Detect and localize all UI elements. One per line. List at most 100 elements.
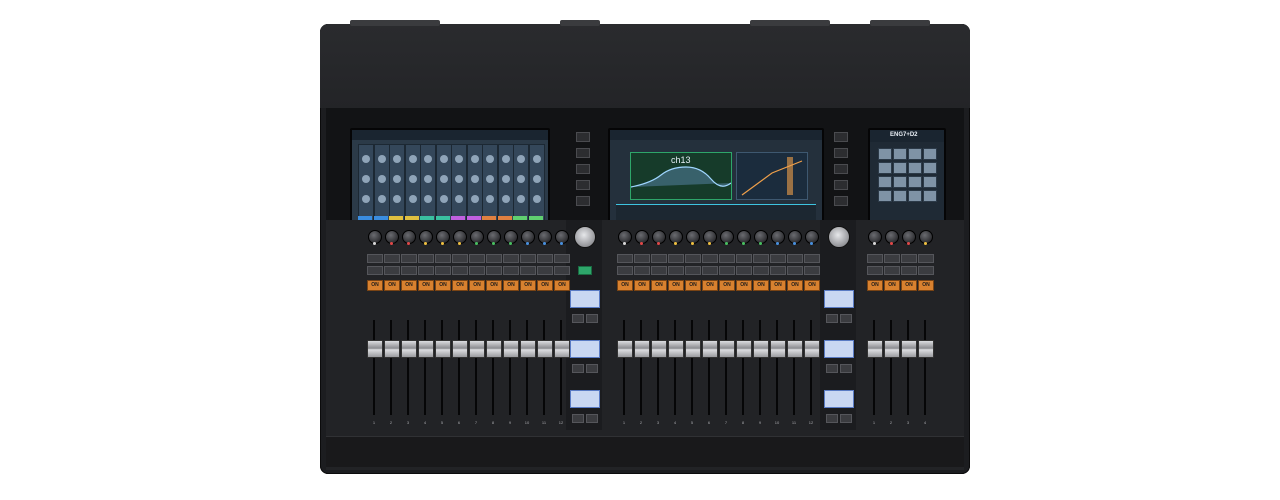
on-button[interactable]: ON xyxy=(719,280,735,291)
cue-button[interactable] xyxy=(384,266,400,275)
cue-button[interactable] xyxy=(804,266,820,275)
sel-button[interactable] xyxy=(901,254,917,263)
fader-knob[interactable] xyxy=(867,340,883,358)
cue-button[interactable] xyxy=(884,266,900,275)
screen-channel-strip[interactable] xyxy=(451,144,467,226)
cue-button[interactable] xyxy=(901,266,917,275)
cue-button[interactable] xyxy=(770,266,786,275)
fader-knob[interactable] xyxy=(918,340,934,358)
bank-button[interactable] xyxy=(572,314,584,323)
cue-button[interactable] xyxy=(719,266,735,275)
sel-button[interactable] xyxy=(503,254,519,263)
fader-knob[interactable] xyxy=(537,340,553,358)
sel-button[interactable] xyxy=(651,254,667,263)
scene-grid-button[interactable] xyxy=(893,190,907,202)
sel-button[interactable] xyxy=(787,254,803,263)
bank-button[interactable] xyxy=(586,314,598,323)
fader-knob[interactable] xyxy=(651,340,667,358)
cue-button[interactable] xyxy=(367,266,383,275)
cue-button[interactable] xyxy=(537,266,553,275)
on-button[interactable]: ON xyxy=(554,280,570,291)
sel-button[interactable] xyxy=(384,254,400,263)
fader-knob[interactable] xyxy=(719,340,735,358)
sel-button[interactable] xyxy=(753,254,769,263)
cue-button[interactable] xyxy=(651,266,667,275)
bank-button[interactable] xyxy=(826,414,838,423)
fader-knob[interactable] xyxy=(617,340,633,358)
scene-grid-button[interactable] xyxy=(878,176,892,188)
sel-button[interactable] xyxy=(804,254,820,263)
fader-knob[interactable] xyxy=(418,340,434,358)
fader-knob[interactable] xyxy=(685,340,701,358)
screen-function-button[interactable] xyxy=(834,164,848,174)
screen-channel-strip[interactable] xyxy=(420,144,436,226)
fader-knob[interactable] xyxy=(367,340,383,358)
user-defined-key[interactable] xyxy=(578,266,592,275)
bank-button[interactable] xyxy=(586,364,598,373)
cue-button[interactable] xyxy=(702,266,718,275)
screen-function-button[interactable] xyxy=(834,148,848,158)
sel-button[interactable] xyxy=(918,254,934,263)
cue-button[interactable] xyxy=(401,266,417,275)
sel-button[interactable] xyxy=(702,254,718,263)
screen-channel-strip[interactable] xyxy=(404,144,421,226)
screen-channel-strip[interactable] xyxy=(466,144,483,226)
eq-graph[interactable]: ch13 xyxy=(630,152,732,200)
scene-grid-button[interactable] xyxy=(908,190,922,202)
sel-button[interactable] xyxy=(685,254,701,263)
on-button[interactable]: ON xyxy=(520,280,536,291)
screen-function-button[interactable] xyxy=(834,196,848,206)
sel-button[interactable] xyxy=(469,254,485,263)
scene-grid-button[interactable] xyxy=(923,148,937,160)
scene-grid-button[interactable] xyxy=(908,148,922,160)
fader-knob[interactable] xyxy=(770,340,786,358)
fader-knob[interactable] xyxy=(554,340,570,358)
bank-button[interactable] xyxy=(572,364,584,373)
screen-function-button[interactable] xyxy=(576,180,590,190)
cue-button[interactable] xyxy=(435,266,451,275)
fader-knob[interactable] xyxy=(384,340,400,358)
sel-button[interactable] xyxy=(435,254,451,263)
bank-button[interactable] xyxy=(586,414,598,423)
bank-button[interactable] xyxy=(826,364,838,373)
on-button[interactable]: ON xyxy=(486,280,502,291)
fader-knob[interactable] xyxy=(668,340,684,358)
screen-function-button[interactable] xyxy=(576,164,590,174)
fader-knob[interactable] xyxy=(884,340,900,358)
on-button[interactable]: ON xyxy=(770,280,786,291)
fader-knob[interactable] xyxy=(435,340,451,358)
sel-button[interactable] xyxy=(418,254,434,263)
on-button[interactable]: ON xyxy=(804,280,820,291)
fader-knob[interactable] xyxy=(787,340,803,358)
sel-button[interactable] xyxy=(770,254,786,263)
on-button[interactable]: ON xyxy=(787,280,803,291)
sel-button[interactable] xyxy=(634,254,650,263)
on-button[interactable]: ON xyxy=(435,280,451,291)
scene-grid-button[interactable] xyxy=(923,176,937,188)
fader-knob[interactable] xyxy=(634,340,650,358)
sel-button[interactable] xyxy=(401,254,417,263)
touch-and-turn-knob[interactable] xyxy=(828,226,850,248)
sel-button[interactable] xyxy=(884,254,900,263)
on-button[interactable]: ON xyxy=(702,280,718,291)
right-touchscreen[interactable]: ENG7+D2 xyxy=(868,128,946,222)
on-button[interactable]: ON xyxy=(617,280,633,291)
sel-button[interactable] xyxy=(367,254,383,263)
cue-button[interactable] xyxy=(503,266,519,275)
on-button[interactable]: ON xyxy=(418,280,434,291)
screen-function-button[interactable] xyxy=(576,148,590,158)
on-button[interactable]: ON xyxy=(634,280,650,291)
cue-button[interactable] xyxy=(520,266,536,275)
sel-button[interactable] xyxy=(520,254,536,263)
cue-button[interactable] xyxy=(469,266,485,275)
screen-channel-strip[interactable] xyxy=(373,144,390,226)
on-button[interactable]: ON xyxy=(918,280,934,291)
cue-button[interactable] xyxy=(736,266,752,275)
screen-channel-strip[interactable] xyxy=(389,144,405,226)
on-button[interactable]: ON xyxy=(503,280,519,291)
on-button[interactable]: ON xyxy=(651,280,667,291)
on-button[interactable]: ON xyxy=(469,280,485,291)
on-button[interactable]: ON xyxy=(668,280,684,291)
screen-function-button[interactable] xyxy=(576,196,590,206)
fader-knob[interactable] xyxy=(753,340,769,358)
